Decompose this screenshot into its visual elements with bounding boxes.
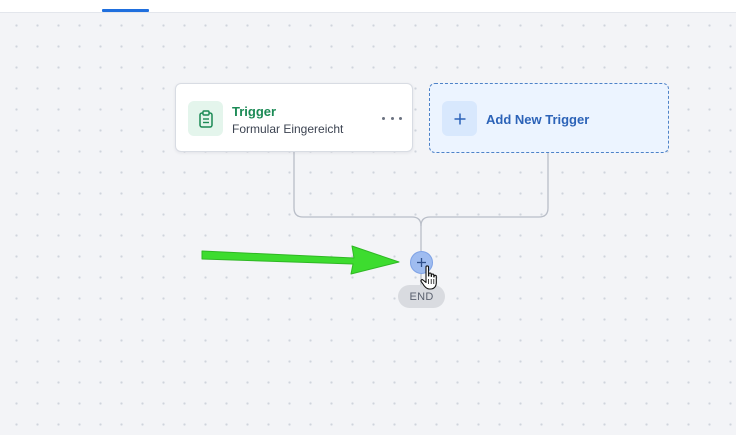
add-new-trigger-button[interactable]: Add New Trigger [429,83,669,153]
more-horizontal-icon[interactable] [382,112,402,124]
plus-icon [442,101,477,136]
hand-pointer-cursor-icon [420,265,437,290]
active-tab-indicator [102,9,149,12]
add-new-trigger-label: Add New Trigger [486,112,590,127]
clipboard-icon [188,101,223,136]
trigger-title: Trigger [232,104,277,119]
top-tab-bar [0,0,736,13]
workflow-canvas[interactable] [0,13,736,435]
trigger-node-card[interactable]: Trigger Formular Eingereicht [175,83,413,152]
trigger-subtitle: Formular Eingereicht [232,122,344,136]
